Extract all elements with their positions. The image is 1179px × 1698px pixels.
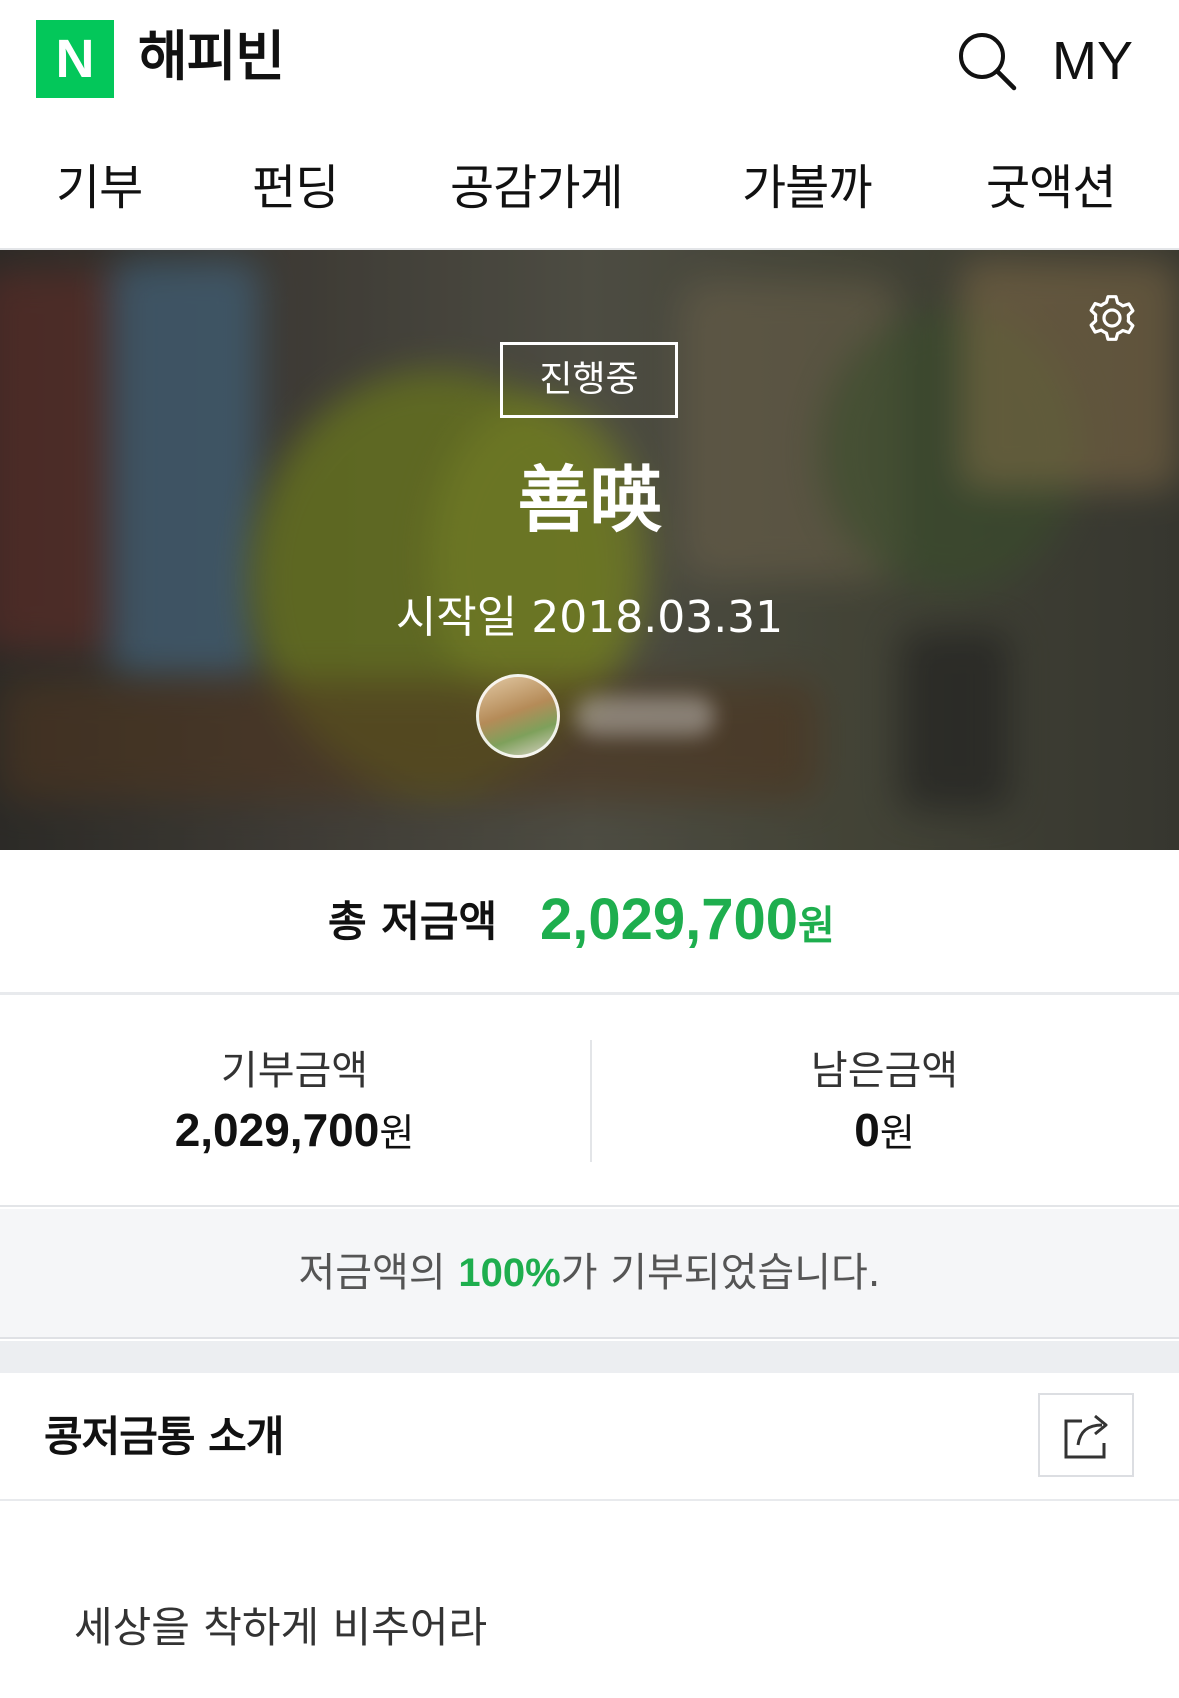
owner-name-blurred bbox=[575, 696, 715, 736]
remaining-amount-number: 0 bbox=[854, 1104, 880, 1156]
search-icon[interactable] bbox=[956, 30, 1018, 92]
tab-gabolkka[interactable]: 가볼까 bbox=[742, 158, 872, 218]
donated-amount-unit: 원 bbox=[379, 1111, 415, 1155]
tab-donation[interactable]: 기부 bbox=[56, 158, 143, 218]
status-badge: 진행중 bbox=[500, 342, 678, 418]
tab-funding[interactable]: 펀딩 bbox=[252, 158, 339, 218]
progress-suffix: 가 기부되었습니다. bbox=[560, 1250, 881, 1296]
intro-section-title: 콩저금통 소개 bbox=[44, 1412, 284, 1461]
start-date: 시작일 2018.03.31 bbox=[395, 592, 784, 643]
total-savings-unit: 원 bbox=[798, 904, 835, 948]
my-page-link[interactable]: MY bbox=[1052, 28, 1133, 94]
section-divider bbox=[0, 1341, 1179, 1373]
donated-amount-stat: 기부금액 2,029,700원 bbox=[0, 1043, 589, 1164]
progress-percent: 100% bbox=[458, 1251, 561, 1295]
share-button[interactable] bbox=[1038, 1393, 1134, 1477]
tab-good-action[interactable]: 굿액션 bbox=[986, 158, 1116, 218]
hero-overlay bbox=[0, 250, 1179, 850]
remaining-amount-value: 0원 bbox=[590, 1099, 1179, 1164]
donated-amount-label: 기부금액 bbox=[220, 1048, 369, 1094]
remaining-amount-stat: 남은금액 0원 bbox=[590, 1043, 1179, 1164]
app-name[interactable]: 해피빈 bbox=[138, 22, 285, 92]
intro-section-header: 콩저금통 소개 bbox=[0, 1373, 1179, 1501]
share-icon bbox=[1064, 1414, 1108, 1459]
donation-progress-note: 저금액의 100%가 기부되었습니다. bbox=[0, 1209, 1179, 1339]
total-savings-amount: 2,029,700원 bbox=[540, 884, 835, 962]
hero-banner bbox=[0, 250, 1179, 850]
donation-stats: 기부금액 2,029,700원 남은금액 0원 bbox=[0, 995, 1179, 1207]
tab-empathy-store[interactable]: 공감가게 bbox=[450, 158, 624, 218]
naver-logo[interactable]: N bbox=[36, 20, 114, 98]
total-savings-row: 총 저금액 2,029,700원 bbox=[0, 850, 1179, 995]
donated-amount-value: 2,029,700원 bbox=[0, 1099, 589, 1164]
total-savings-value: 2,029,700 bbox=[540, 887, 799, 952]
gear-icon[interactable] bbox=[1082, 288, 1142, 348]
total-savings-label: 총 저금액 bbox=[328, 897, 498, 946]
main-nav: 기부 펀딩 공감가게 가볼까 굿액션 bbox=[0, 128, 1179, 250]
intro-text: 세상을 착하게 비추어라 bbox=[74, 1603, 488, 1652]
top-bar: N 해피빈 MY bbox=[0, 0, 1179, 128]
progress-prefix: 저금액의 bbox=[298, 1250, 459, 1296]
remaining-amount-unit: 원 bbox=[879, 1111, 915, 1155]
project-title: 善暎 bbox=[517, 457, 662, 542]
avatar[interactable] bbox=[476, 674, 560, 758]
donated-amount-number: 2,029,700 bbox=[174, 1104, 380, 1156]
remaining-amount-label: 남은금액 bbox=[810, 1048, 959, 1094]
